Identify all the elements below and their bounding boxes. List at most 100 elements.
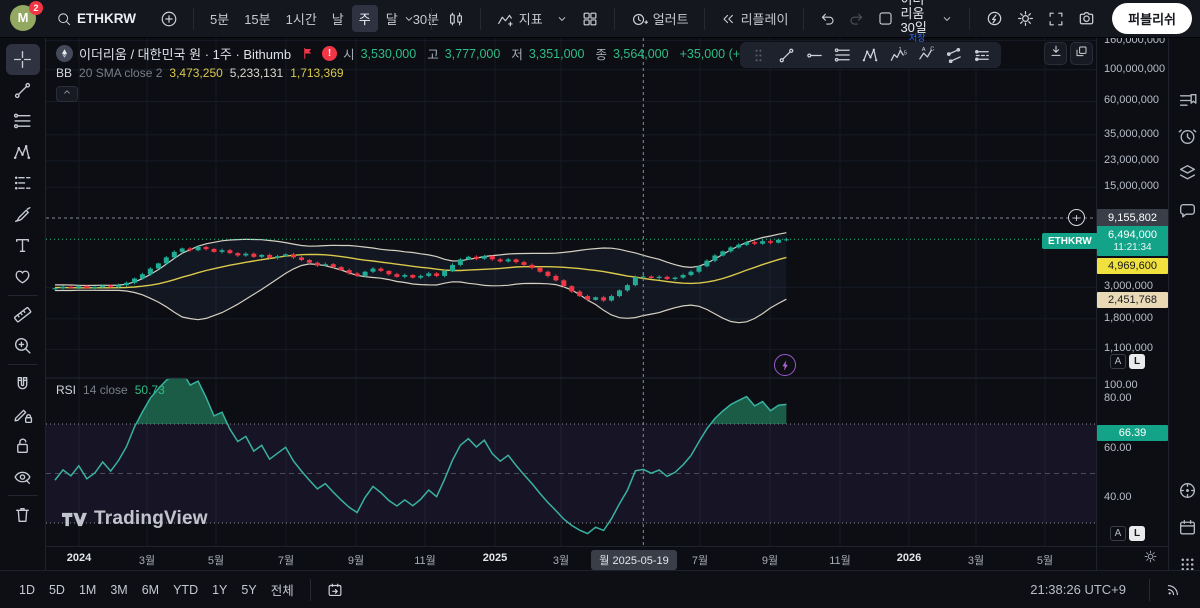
range-button-1M[interactable]: 1M bbox=[72, 579, 103, 601]
time-axis[interactable]: 20243월5월7월9월11월20253월7월9월11월20263월5월월 20… bbox=[46, 546, 1096, 570]
redo-button[interactable] bbox=[842, 6, 871, 31]
publish-button[interactable]: 퍼블리쉬 bbox=[1112, 3, 1192, 34]
boost-button[interactable] bbox=[774, 354, 796, 376]
interval-button-5분[interactable]: 5분 bbox=[203, 5, 236, 32]
layers-button[interactable] bbox=[1175, 160, 1199, 184]
toolbar-divider bbox=[614, 8, 615, 30]
tool-brush-button[interactable] bbox=[6, 199, 40, 230]
price-tick: 23,000,000 bbox=[1104, 154, 1159, 166]
tool-forecast-button[interactable] bbox=[6, 168, 40, 199]
indicator-templates-button[interactable] bbox=[549, 8, 575, 30]
range-button-전체[interactable]: 전체 bbox=[264, 576, 301, 603]
user-menu-button[interactable]: M 2 bbox=[10, 5, 38, 33]
download-button[interactable] bbox=[1044, 42, 1067, 65]
gear-icon[interactable] bbox=[1143, 549, 1158, 569]
alert-button[interactable]: 얼러트 bbox=[624, 5, 695, 32]
drag-handle[interactable] bbox=[749, 46, 768, 65]
scope-button[interactable] bbox=[1175, 478, 1199, 502]
tool-crosshair-button[interactable] bbox=[6, 44, 40, 75]
go-to-date-button[interactable] bbox=[320, 577, 350, 603]
range-button-1Y[interactable]: 1Y bbox=[205, 579, 234, 601]
indicators-button[interactable]: 지표 bbox=[490, 5, 549, 32]
compare-add-button[interactable] bbox=[154, 6, 184, 32]
save-label[interactable]: 저장 bbox=[909, 34, 926, 43]
price-tick: 35,000,000 bbox=[1104, 128, 1159, 140]
settings-button[interactable] bbox=[1010, 5, 1041, 32]
symbol-search-button[interactable]: ETHKRW bbox=[50, 7, 142, 31]
layout-select-checkbox[interactable] bbox=[871, 6, 900, 31]
fullscreen-button[interactable] bbox=[1041, 6, 1071, 32]
rsi-name[interactable]: RSI bbox=[56, 383, 76, 397]
bb-indicator-legend[interactable]: BB 20 SMA close 2 3,473,250 5,233,131 1,… bbox=[56, 66, 344, 80]
undo-button[interactable] bbox=[813, 6, 842, 31]
interval-button-날[interactable]: 날 bbox=[325, 5, 351, 32]
replay-button[interactable]: 리플레이 bbox=[714, 5, 795, 32]
range-button-3M[interactable]: 3M bbox=[103, 579, 134, 601]
chart-style-button[interactable] bbox=[441, 6, 471, 32]
float-tool-trend-line-button[interactable] bbox=[777, 46, 796, 65]
interval-expand-button[interactable] bbox=[396, 8, 422, 30]
axis-settings-corner[interactable] bbox=[1096, 546, 1168, 570]
symbol-title[interactable]: 이더리움 / 대한민국 원 · 1주 · Bithumb bbox=[79, 44, 291, 63]
alert-warning-icon[interactable]: ! bbox=[322, 46, 337, 61]
tool-trash-button[interactable] bbox=[6, 499, 40, 530]
range-button-YTD[interactable]: YTD bbox=[166, 579, 205, 601]
log-scale-button[interactable]: L bbox=[1129, 526, 1145, 541]
auto-scale-button[interactable]: A bbox=[1110, 526, 1126, 541]
tool-trend-line-button[interactable] bbox=[6, 75, 40, 106]
toolbar-divider bbox=[8, 295, 38, 296]
tool-draw-lock-button[interactable] bbox=[6, 399, 40, 430]
float-tool-horizontal-line-button[interactable] bbox=[805, 46, 824, 65]
collapse-legend-button[interactable] bbox=[56, 86, 78, 102]
range-button-1D[interactable]: 1D bbox=[12, 579, 42, 601]
price-scale[interactable]: 160,000,000100,000,00060,000,00035,000,0… bbox=[1096, 38, 1168, 570]
calendar-button[interactable] bbox=[1175, 515, 1199, 539]
interval-button-1시간[interactable]: 1시간 bbox=[279, 5, 324, 32]
restore-pane-button[interactable] bbox=[1070, 42, 1093, 65]
tool-hide-button[interactable] bbox=[6, 461, 40, 492]
alerts-button[interactable] bbox=[1175, 124, 1199, 148]
session-clock[interactable]: 21:38:26 UTC+9 bbox=[1030, 582, 1126, 597]
tool-lock-button[interactable] bbox=[6, 430, 40, 461]
undo-icon bbox=[819, 10, 836, 27]
range-button-6M[interactable]: 6M bbox=[135, 579, 166, 601]
layout-grid-button[interactable] bbox=[575, 6, 605, 32]
interval-button-주[interactable]: 주 bbox=[352, 5, 378, 32]
tool-magnet-button[interactable] bbox=[6, 368, 40, 399]
tool-xabcd-pattern-button[interactable] bbox=[6, 137, 40, 168]
tool-fib-retracement-button[interactable] bbox=[6, 106, 40, 137]
flag-icon[interactable] bbox=[301, 46, 316, 61]
range-button-5D[interactable]: 5D bbox=[42, 579, 72, 601]
layout-dropdown-button[interactable] bbox=[934, 8, 960, 30]
float-tool-elliott-wave-button[interactable]: 15 bbox=[889, 46, 908, 65]
log-scale-button[interactable]: L bbox=[1129, 354, 1145, 369]
quick-actions-button[interactable] bbox=[979, 5, 1010, 32]
symbol-legend[interactable]: 이더리움 / 대한민국 원 · 1주 · Bithumb ! 시3,530,00… bbox=[56, 44, 780, 63]
range-button-5Y[interactable]: 5Y bbox=[234, 579, 263, 601]
snapshot-button[interactable] bbox=[1071, 5, 1102, 32]
watchlist-button[interactable] bbox=[1175, 88, 1199, 112]
watermark-text: TradingView bbox=[94, 508, 208, 530]
float-tool-flat-channel-button[interactable] bbox=[973, 46, 992, 65]
bb-name[interactable]: BB bbox=[56, 66, 72, 80]
open-label: 시 bbox=[343, 44, 355, 63]
rsi-indicator-legend[interactable]: RSI 14 close 50.73 bbox=[56, 383, 165, 397]
layout-menu-button[interactable]: 이더리움 30일 저장 bbox=[900, 0, 934, 44]
float-tool-abc-pattern-button[interactable]: AC bbox=[917, 46, 936, 65]
chat-button[interactable] bbox=[1175, 198, 1199, 222]
auto-scale-button[interactable]: A bbox=[1110, 354, 1126, 369]
connection-status-button[interactable] bbox=[1159, 577, 1188, 602]
tool-zoom-in-button[interactable] bbox=[6, 330, 40, 361]
tool-ruler-button[interactable] bbox=[6, 299, 40, 330]
float-tool-xabcd-pattern-button[interactable] bbox=[861, 46, 880, 65]
interval-button-15분[interactable]: 15분 bbox=[237, 5, 277, 32]
rsi-value: 50.73 bbox=[135, 383, 165, 397]
layout-grid-icon bbox=[581, 10, 599, 28]
add-alert-at-price-button[interactable]: + bbox=[1068, 209, 1085, 226]
rsi-params: 14 close bbox=[83, 383, 128, 397]
bb-upper-value: 5,233,131 bbox=[230, 66, 283, 80]
tool-text-button[interactable] bbox=[6, 230, 40, 261]
tool-emoji-button[interactable] bbox=[6, 261, 40, 292]
float-tool-fib-retracement-button[interactable] bbox=[833, 46, 852, 65]
float-tool-parallel-channel-button[interactable] bbox=[945, 46, 964, 65]
